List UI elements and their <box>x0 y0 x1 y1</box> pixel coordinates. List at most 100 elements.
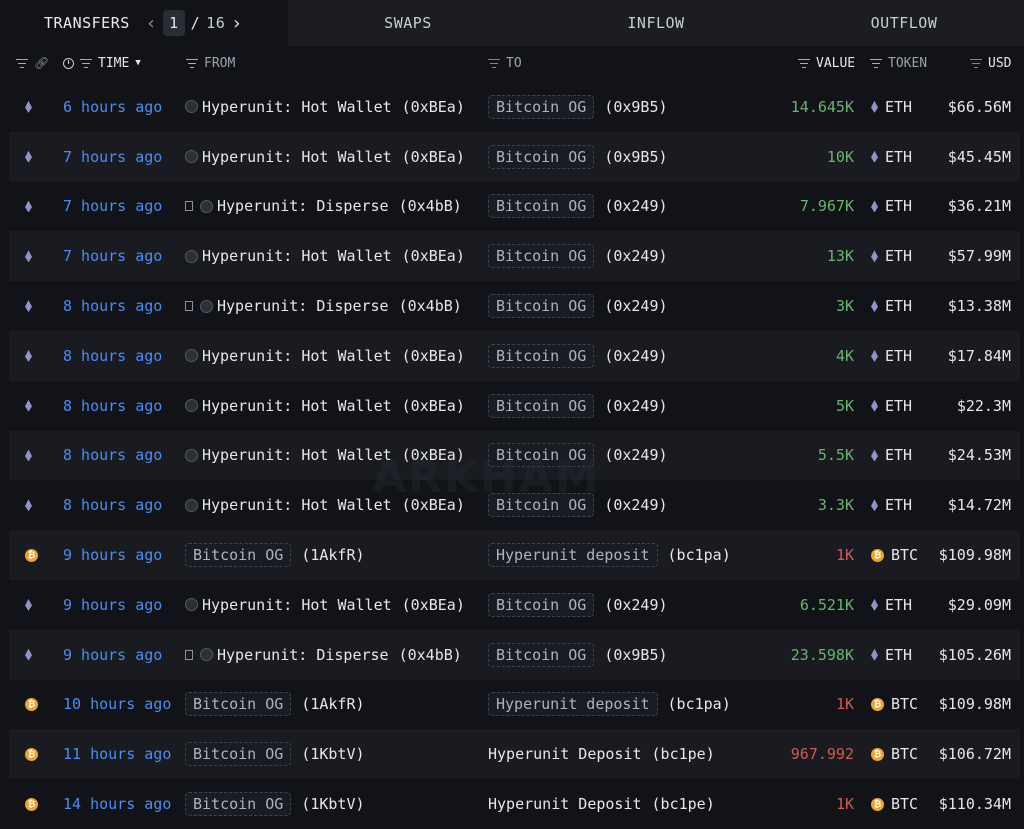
time-link[interactable]: 7 hours ago <box>63 182 162 232</box>
from-entity-tag[interactable]: Bitcoin OG <box>185 543 292 568</box>
time-link[interactable]: 8 hours ago <box>63 281 162 331</box>
time-link[interactable]: 11 hours ago <box>63 729 171 779</box>
header-value[interactable]: VALUE <box>798 46 855 80</box>
table-row[interactable]: 8 hours ago Hyperunit: Hot Wallet (0xBEa) B… <box>9 480 1020 530</box>
to-entity-tag[interactable]: Bitcoin OG <box>488 194 595 219</box>
to-entity-tag[interactable]: Bitcoin OG <box>488 244 595 269</box>
from-entity-name[interactable]: Hyperunit: Hot Wallet <box>202 596 392 614</box>
sort-down-icon[interactable]: ▼ <box>135 58 140 68</box>
link-icon[interactable]: 🔗︎ <box>34 56 49 70</box>
token-cell[interactable]: ETH <box>871 82 912 132</box>
token-cell[interactable]: ETH <box>871 381 912 431</box>
filter-active-icon[interactable] <box>970 58 982 68</box>
filter-icon[interactable] <box>870 58 882 68</box>
token-cell[interactable]: ₿ BTC <box>871 729 918 779</box>
time-link[interactable]: 9 hours ago <box>63 580 162 630</box>
to-address[interactable]: (bc1pa) <box>668 695 731 713</box>
header-usd[interactable]: USD <box>970 46 1011 80</box>
time-link[interactable]: 9 hours ago <box>63 530 162 580</box>
from-entity-tag[interactable]: Bitcoin OG <box>185 792 292 817</box>
from-address[interactable]: (1KbtV) <box>301 745 364 763</box>
token-cell[interactable]: ETH <box>871 231 912 281</box>
time-link[interactable]: 14 hours ago <box>63 779 171 829</box>
to-entity-name[interactable]: Hyperunit Deposit <box>488 795 642 813</box>
time-link[interactable]: 7 hours ago <box>63 231 162 281</box>
to-address[interactable]: (0x249) <box>604 247 667 265</box>
to-address[interactable]: (0x9B5) <box>604 646 667 664</box>
to-entity-tag[interactable]: Bitcoin OG <box>488 443 595 468</box>
table-row[interactable]: 7 hours ago Hyperunit: Hot Wallet (0xBEa) B… <box>9 231 1020 282</box>
page-current[interactable]: 1 <box>163 10 185 36</box>
to-address[interactable]: (0x249) <box>604 397 667 415</box>
from-address[interactable]: (0xBEa) <box>402 397 465 415</box>
tab-inflow[interactable]: INFLOW <box>528 0 784 46</box>
time-link[interactable]: 8 hours ago <box>63 431 162 481</box>
to-address[interactable]: (0x9B5) <box>604 148 667 166</box>
time-link[interactable]: 10 hours ago <box>63 680 171 730</box>
token-cell[interactable]: ETH <box>871 480 912 530</box>
to-address[interactable]: (0x249) <box>604 297 667 315</box>
from-address[interactable]: (0xBEa) <box>402 347 465 365</box>
token-cell[interactable]: ETH <box>871 431 912 481</box>
from-address[interactable]: (0x4bB) <box>399 297 462 315</box>
to-entity-tag[interactable]: Bitcoin OG <box>488 294 595 319</box>
to-address[interactable]: (0x249) <box>604 446 667 464</box>
table-row[interactable]: 8 hours ago Hyperunit: Hot Wallet (0xBEa) B… <box>9 430 1020 481</box>
token-cell[interactable]: ₿ BTC <box>871 779 918 829</box>
to-address[interactable]: (0x9B5) <box>604 98 667 116</box>
from-address[interactable]: (0xBEa) <box>402 496 465 514</box>
token-cell[interactable]: ETH <box>871 580 912 630</box>
from-entity-name[interactable]: Hyperunit: Hot Wallet <box>202 347 392 365</box>
table-row[interactable]: 7 hours ago Hyperunit: Disperse (0x4bB) Bit… <box>9 182 1020 232</box>
to-entity-tag[interactable]: Bitcoin OG <box>488 393 595 418</box>
from-entity-name[interactable]: Hyperunit: Hot Wallet <box>202 148 392 166</box>
to-entity-tag[interactable]: Hyperunit deposit <box>488 692 658 717</box>
to-entity-tag[interactable]: Bitcoin OG <box>488 493 595 518</box>
header-from[interactable]: FROM <box>186 46 235 80</box>
from-entity-tag[interactable]: Bitcoin OG <box>185 692 292 717</box>
chevron-right-icon[interactable]: › <box>231 13 242 34</box>
filter-icon[interactable] <box>186 58 198 68</box>
filter-icon[interactable] <box>80 58 92 68</box>
token-cell[interactable]: ETH <box>871 182 912 232</box>
to-entity-tag[interactable]: Bitcoin OG <box>488 343 595 368</box>
from-entity-name[interactable]: Hyperunit: Hot Wallet <box>202 98 392 116</box>
filter-active-icon[interactable] <box>488 58 500 68</box>
to-entity-name[interactable]: Hyperunit Deposit <box>488 745 642 763</box>
to-entity-tag[interactable]: Hyperunit deposit <box>488 543 658 568</box>
from-address[interactable]: (0xBEa) <box>402 446 465 464</box>
to-entity-tag[interactable]: Bitcoin OG <box>488 642 595 667</box>
token-cell[interactable]: ETH <box>871 331 912 381</box>
from-entity-tag[interactable]: Bitcoin OG <box>185 742 292 767</box>
filter-icon[interactable] <box>16 58 28 68</box>
time-link[interactable]: 9 hours ago <box>63 630 162 680</box>
tab-transfers[interactable]: TRANSFERS ‹ 1 / 16 › <box>0 0 288 46</box>
from-address[interactable]: (1AkfR) <box>301 695 364 713</box>
header-to[interactable]: TO <box>488 46 522 80</box>
to-address[interactable]: (0x249) <box>604 596 667 614</box>
token-cell[interactable]: ₿ BTC <box>871 680 918 730</box>
table-row[interactable]: 7 hours ago Hyperunit: Hot Wallet (0xBEa) B… <box>9 131 1020 182</box>
token-cell[interactable]: ₿ BTC <box>871 530 918 580</box>
from-address[interactable]: (0xBEa) <box>402 148 465 166</box>
to-address[interactable]: (bc1pe) <box>652 795 715 813</box>
table-row[interactable]: 9 hours ago Hyperunit: Disperse (0x4bB) Bit… <box>9 629 1020 680</box>
table-row[interactable]: 8 hours ago Hyperunit: Hot Wallet (0xBEa) B… <box>9 331 1020 381</box>
table-row[interactable]: 8 hours ago Hyperunit: Hot Wallet (0xBEa) B… <box>9 381 1020 431</box>
from-entity-name[interactable]: Hyperunit: Hot Wallet <box>202 247 392 265</box>
table-row[interactable]: 6 hours ago Hyperunit: Hot Wallet (0xBEa) B… <box>9 82 1020 132</box>
token-cell[interactable]: ETH <box>871 132 912 182</box>
tab-outflow[interactable]: OUTFLOW <box>784 0 1024 46</box>
table-row[interactable]: 9 hours ago Hyperunit: Hot Wallet (0xBEa) B… <box>9 580 1020 630</box>
from-entity-name[interactable]: Hyperunit: Hot Wallet <box>202 446 392 464</box>
to-entity-tag[interactable]: Bitcoin OG <box>488 144 595 169</box>
time-link[interactable]: 7 hours ago <box>63 132 162 182</box>
to-entity-tag[interactable]: Bitcoin OG <box>488 592 595 617</box>
from-address[interactable]: (0xBEa) <box>402 98 465 116</box>
from-entity-name[interactable]: Hyperunit: Disperse <box>217 646 389 664</box>
from-address[interactable]: (1KbtV) <box>301 795 364 813</box>
from-address[interactable]: (0x4bB) <box>399 197 462 215</box>
from-address[interactable]: (0xBEa) <box>402 247 465 265</box>
to-address[interactable]: (bc1pe) <box>652 745 715 763</box>
time-link[interactable]: 6 hours ago <box>63 82 162 132</box>
